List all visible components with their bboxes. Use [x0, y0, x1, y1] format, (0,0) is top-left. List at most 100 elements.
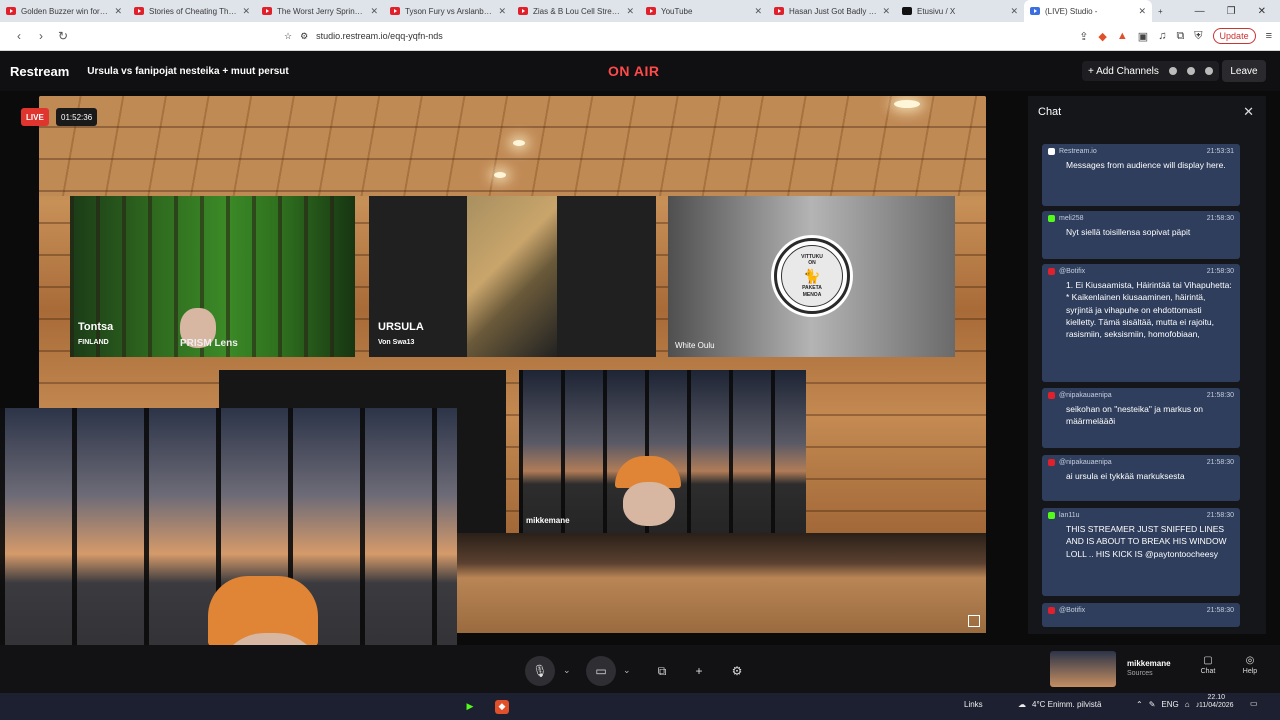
participant-tile-tontsa[interactable]: Tontsa FINLAND PRISM Lens — [70, 196, 355, 357]
stream-title[interactable]: Ursula vs fanipojat nesteika + muut pers… — [87, 66, 288, 77]
channel-icon — [1168, 67, 1177, 75]
chevron-down-icon[interactable]: ⌄ — [623, 665, 631, 676]
participant-subtitle: Von Swa13 — [378, 339, 415, 346]
microphone-button[interactable]: 🎙 — [525, 656, 555, 686]
sauna-bench — [457, 533, 986, 633]
close-icon[interactable]: ✕ — [1243, 104, 1254, 120]
browser-tab[interactable]: Tyson Fury vs Arslanbek M ✕ — [384, 0, 512, 22]
browser-tab[interactable]: Stories of Cheating That A ✕ — [128, 0, 256, 22]
vpn-icon[interactable]: ⛨ — [1194, 30, 1202, 43]
share-screen-button[interactable]: ⧉ — [647, 656, 677, 686]
brave-rewards-icon[interactable]: ▲ — [1117, 30, 1128, 42]
kick-icon — [1048, 215, 1055, 222]
youtube-icon — [134, 7, 144, 15]
studio-controls: 🎙 ⌄ ▭ ⌄ ⧉ + ⚙ mikkemane Sources ▢ Chat ◎ H… — [0, 645, 1280, 693]
youtube-icon — [518, 7, 528, 15]
weather-widget[interactable]: ☁ 4°C Enimm. pilvistä — [1018, 700, 1101, 709]
browser-tab[interactable]: Hasan Just Got Badly Expo ✕ — [768, 0, 896, 22]
kick-app-icon[interactable]: ▶ — [463, 700, 477, 714]
close-icon[interactable]: ✕ — [1138, 6, 1146, 17]
chat-panel: Chat ✕ Restream.io 21:53:31 Messages from… — [1028, 96, 1266, 634]
close-icon[interactable]: ✕ — [114, 6, 122, 17]
chat-message: lan11u 21:58:30 THIS STREAMER JUST SNIFFE… — [1042, 508, 1240, 596]
site-settings-icon[interactable]: ⚙ — [300, 31, 308, 42]
close-icon[interactable]: ✕ — [498, 6, 506, 17]
close-icon[interactable]: ✕ — [882, 6, 890, 17]
close-icon[interactable]: ✕ — [370, 6, 378, 17]
source-name[interactable]: mikkemane — [1127, 659, 1171, 668]
x-icon — [902, 7, 912, 15]
bookmark-icon[interactable]: ☆ — [284, 31, 292, 42]
on-air-indicator: ON AIR — [608, 63, 660, 79]
notification-icon[interactable]: ▭ — [1250, 699, 1258, 708]
close-icon[interactable]: ✕ — [754, 6, 762, 17]
language-indicator[interactable]: ENG — [1161, 700, 1178, 709]
close-icon[interactable]: ✕ — [242, 6, 250, 17]
participant-video — [467, 196, 557, 357]
youtube-icon — [6, 7, 16, 15]
browser-tab[interactable]: YouTube ✕ — [640, 0, 768, 22]
live-timer: 01:52:36 — [56, 108, 98, 126]
restream-logo[interactable]: Restream — [10, 64, 69, 79]
participant-tile-mikkemane[interactable]: mikkemane — [519, 370, 806, 533]
clock[interactable]: 22.10 11/04/2026 — [1199, 694, 1234, 709]
update-button[interactable]: Update — [1212, 28, 1256, 44]
chat-icon: ▢ — [1203, 655, 1213, 666]
restream-icon — [1030, 7, 1040, 15]
browser-tab[interactable]: Zias & B Lou Cell Streamer ✕ — [512, 0, 640, 22]
add-channels-button[interactable]: + Add Channels — [1082, 61, 1219, 81]
share-screen-icon: ⧉ — [657, 663, 667, 678]
cat-icon: 🐈 — [803, 267, 821, 284]
prism-lens-watermark: PRISM Lens — [180, 338, 238, 349]
taskbar-links[interactable]: Links — [964, 700, 983, 709]
chat-button[interactable]: ▢ Chat — [1188, 655, 1228, 675]
leave-button[interactable]: Leave — [1222, 60, 1266, 82]
gear-icon: ⚙ — [731, 664, 743, 678]
close-window-icon[interactable]: ✕ — [1258, 6, 1266, 17]
ceiling-light — [513, 140, 525, 146]
participant-tile-ursula[interactable]: URSULA Von Swa13 — [369, 196, 656, 357]
camera-button[interactable]: ▭ — [586, 656, 616, 686]
brave-browser-icon[interactable]: ◆ — [495, 699, 509, 714]
url-field[interactable]: ☆ ⚙ studio.restream.io/eqq-yqfn-nds — [274, 25, 974, 47]
participant-location: FINLAND — [78, 339, 109, 346]
browser-tab-active[interactable]: (LIVE) Studio - ✕ — [1024, 0, 1152, 22]
plus-icon: + — [695, 664, 703, 678]
chat-message: @Botifix 21:58:30 1. Ei Kiusaamista, Häir… — [1042, 264, 1240, 382]
chat-message: meli258 21:58:30 Nyt siellä toisillensa s… — [1042, 211, 1240, 259]
add-button[interactable]: + — [684, 656, 714, 686]
menu-icon[interactable]: ≡ — [1266, 30, 1272, 42]
source-thumbnail[interactable] — [1050, 651, 1116, 687]
brave-shield-icon[interactable]: ◆ — [1098, 30, 1106, 43]
pen-icon[interactable]: ✎ — [1149, 700, 1156, 709]
browser-tab[interactable]: Golden Buzzer win for Ted ✕ — [0, 0, 128, 22]
browser-tab[interactable]: Etusivu / X ✕ — [896, 0, 1024, 22]
extensions-icon[interactable]: ⧉ — [1176, 30, 1184, 43]
chevron-down-icon[interactable]: ⌄ — [563, 665, 571, 676]
close-icon[interactable]: ✕ — [626, 6, 634, 17]
network-icon[interactable]: ⌂ — [1185, 700, 1190, 709]
back-icon[interactable]: ‹ — [8, 25, 30, 47]
close-icon[interactable]: ✕ — [1010, 6, 1018, 17]
participant-tile-white-oulu[interactable]: VITTUKU ON 🐈 PAKETA MENOA White Oulu — [668, 196, 955, 357]
chat-message: @nipakauaenipa 21:58:30 ai ursula ei tykk… — [1042, 455, 1240, 501]
forward-icon[interactable]: › — [30, 25, 52, 47]
minimize-icon[interactable]: — — [1195, 6, 1205, 17]
reload-icon[interactable]: ↻ — [52, 25, 74, 47]
new-tab-button[interactable]: + — [1152, 0, 1176, 22]
settings-button[interactable]: ⚙ — [722, 656, 752, 686]
media-icon[interactable]: ♫ — [1158, 30, 1166, 42]
browser-tab-strip: Golden Buzzer win for Ted ✕ Stories of Ch… — [0, 0, 1280, 22]
chevron-up-icon[interactable]: ⌃ — [1136, 700, 1143, 709]
help-button[interactable]: ◎ Help — [1230, 655, 1270, 675]
fullscreen-icon[interactable] — [968, 615, 980, 627]
sources-label[interactable]: Sources — [1127, 670, 1153, 677]
participant-video — [623, 482, 675, 526]
ceiling-light — [494, 172, 506, 178]
share-icon[interactable]: ⇪ — [1079, 30, 1088, 43]
sidebar-icon[interactable]: ▣ — [1138, 30, 1148, 43]
youtube-icon — [1048, 607, 1055, 614]
maximize-icon[interactable]: ❐ — [1227, 6, 1236, 17]
browser-tab[interactable]: The Worst Jerry Springer G ✕ — [256, 0, 384, 22]
window-controls: — ❐ ✕ — [1195, 6, 1280, 17]
